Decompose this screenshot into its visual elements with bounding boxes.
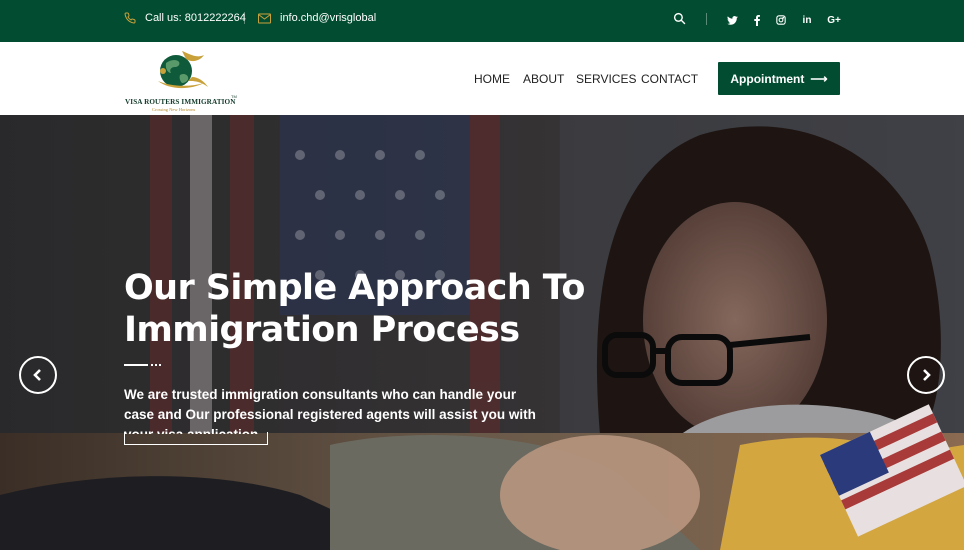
nav-home[interactable]: HOME xyxy=(474,72,510,86)
slider-next-button[interactable] xyxy=(907,356,945,394)
linkedin-link[interactable]: in xyxy=(800,13,814,27)
phone-contact[interactable]: Call us: 8012222264 xyxy=(124,0,246,36)
slider-prev-button[interactable] xyxy=(19,356,57,394)
hero-divider xyxy=(124,364,161,366)
chevron-left-icon xyxy=(33,369,41,381)
nav-services[interactable]: SERVICES xyxy=(576,72,636,86)
hero-slider: Our Simple Approach To Immigration Proce… xyxy=(0,115,964,550)
hero-title-line-2: Immigration Process xyxy=(124,310,520,350)
email-contact[interactable]: info.chd@vrisglobal xyxy=(258,0,376,36)
topbar-divider-2 xyxy=(706,13,707,25)
logo-tagline: Crossing New Horizons xyxy=(152,107,196,112)
email-text: info.chd@vrisglobal xyxy=(280,12,377,24)
phone-text: Call us: 8012222264 xyxy=(145,12,246,24)
google-plus-link[interactable]: G+ xyxy=(826,13,842,27)
envelope-icon xyxy=(258,13,271,23)
topbar-divider xyxy=(244,12,245,24)
logo-brand-text: VISA ROUTERS IMMIGRATION xyxy=(125,98,236,106)
google-plus-icon: G+ xyxy=(827,14,841,26)
nav-about[interactable]: ABOUT xyxy=(523,72,564,86)
search-icon xyxy=(673,12,686,25)
search-button[interactable] xyxy=(673,12,686,30)
top-bar: Call us: 8012222264 info.chd@vrisglobal … xyxy=(0,0,964,42)
facebook-icon xyxy=(754,14,760,26)
phone-icon xyxy=(124,12,136,24)
twitter-icon xyxy=(726,15,738,25)
logo[interactable]: VISA ROUTERS IMMIGRATION TM Crossing New… xyxy=(122,47,237,112)
main-navbar: VISA ROUTERS IMMIGRATION TM Crossing New… xyxy=(0,42,964,115)
hero-cta-button[interactable] xyxy=(124,432,268,445)
appointment-button[interactable]: Appointment ⟶ xyxy=(718,62,840,95)
logo-emblem xyxy=(158,51,208,89)
instagram-link[interactable] xyxy=(775,13,787,27)
linkedin-icon: in xyxy=(802,14,812,26)
instagram-icon xyxy=(776,15,786,25)
twitter-link[interactable] xyxy=(726,13,738,27)
appointment-label: Appointment xyxy=(730,71,805,86)
logo-trademark: TM xyxy=(231,94,237,99)
hero-description: We are trusted immigration consultants w… xyxy=(124,387,536,434)
nav-contact[interactable]: CONTACT xyxy=(641,72,698,86)
facebook-link[interactable] xyxy=(751,13,763,27)
hero-title: Our Simple Approach To Immigration Proce… xyxy=(124,267,594,351)
hero-title-line-1: Our Simple Approach To xyxy=(124,268,585,308)
arrow-right-icon: ⟶ xyxy=(810,71,828,86)
chevron-right-icon xyxy=(923,369,931,381)
